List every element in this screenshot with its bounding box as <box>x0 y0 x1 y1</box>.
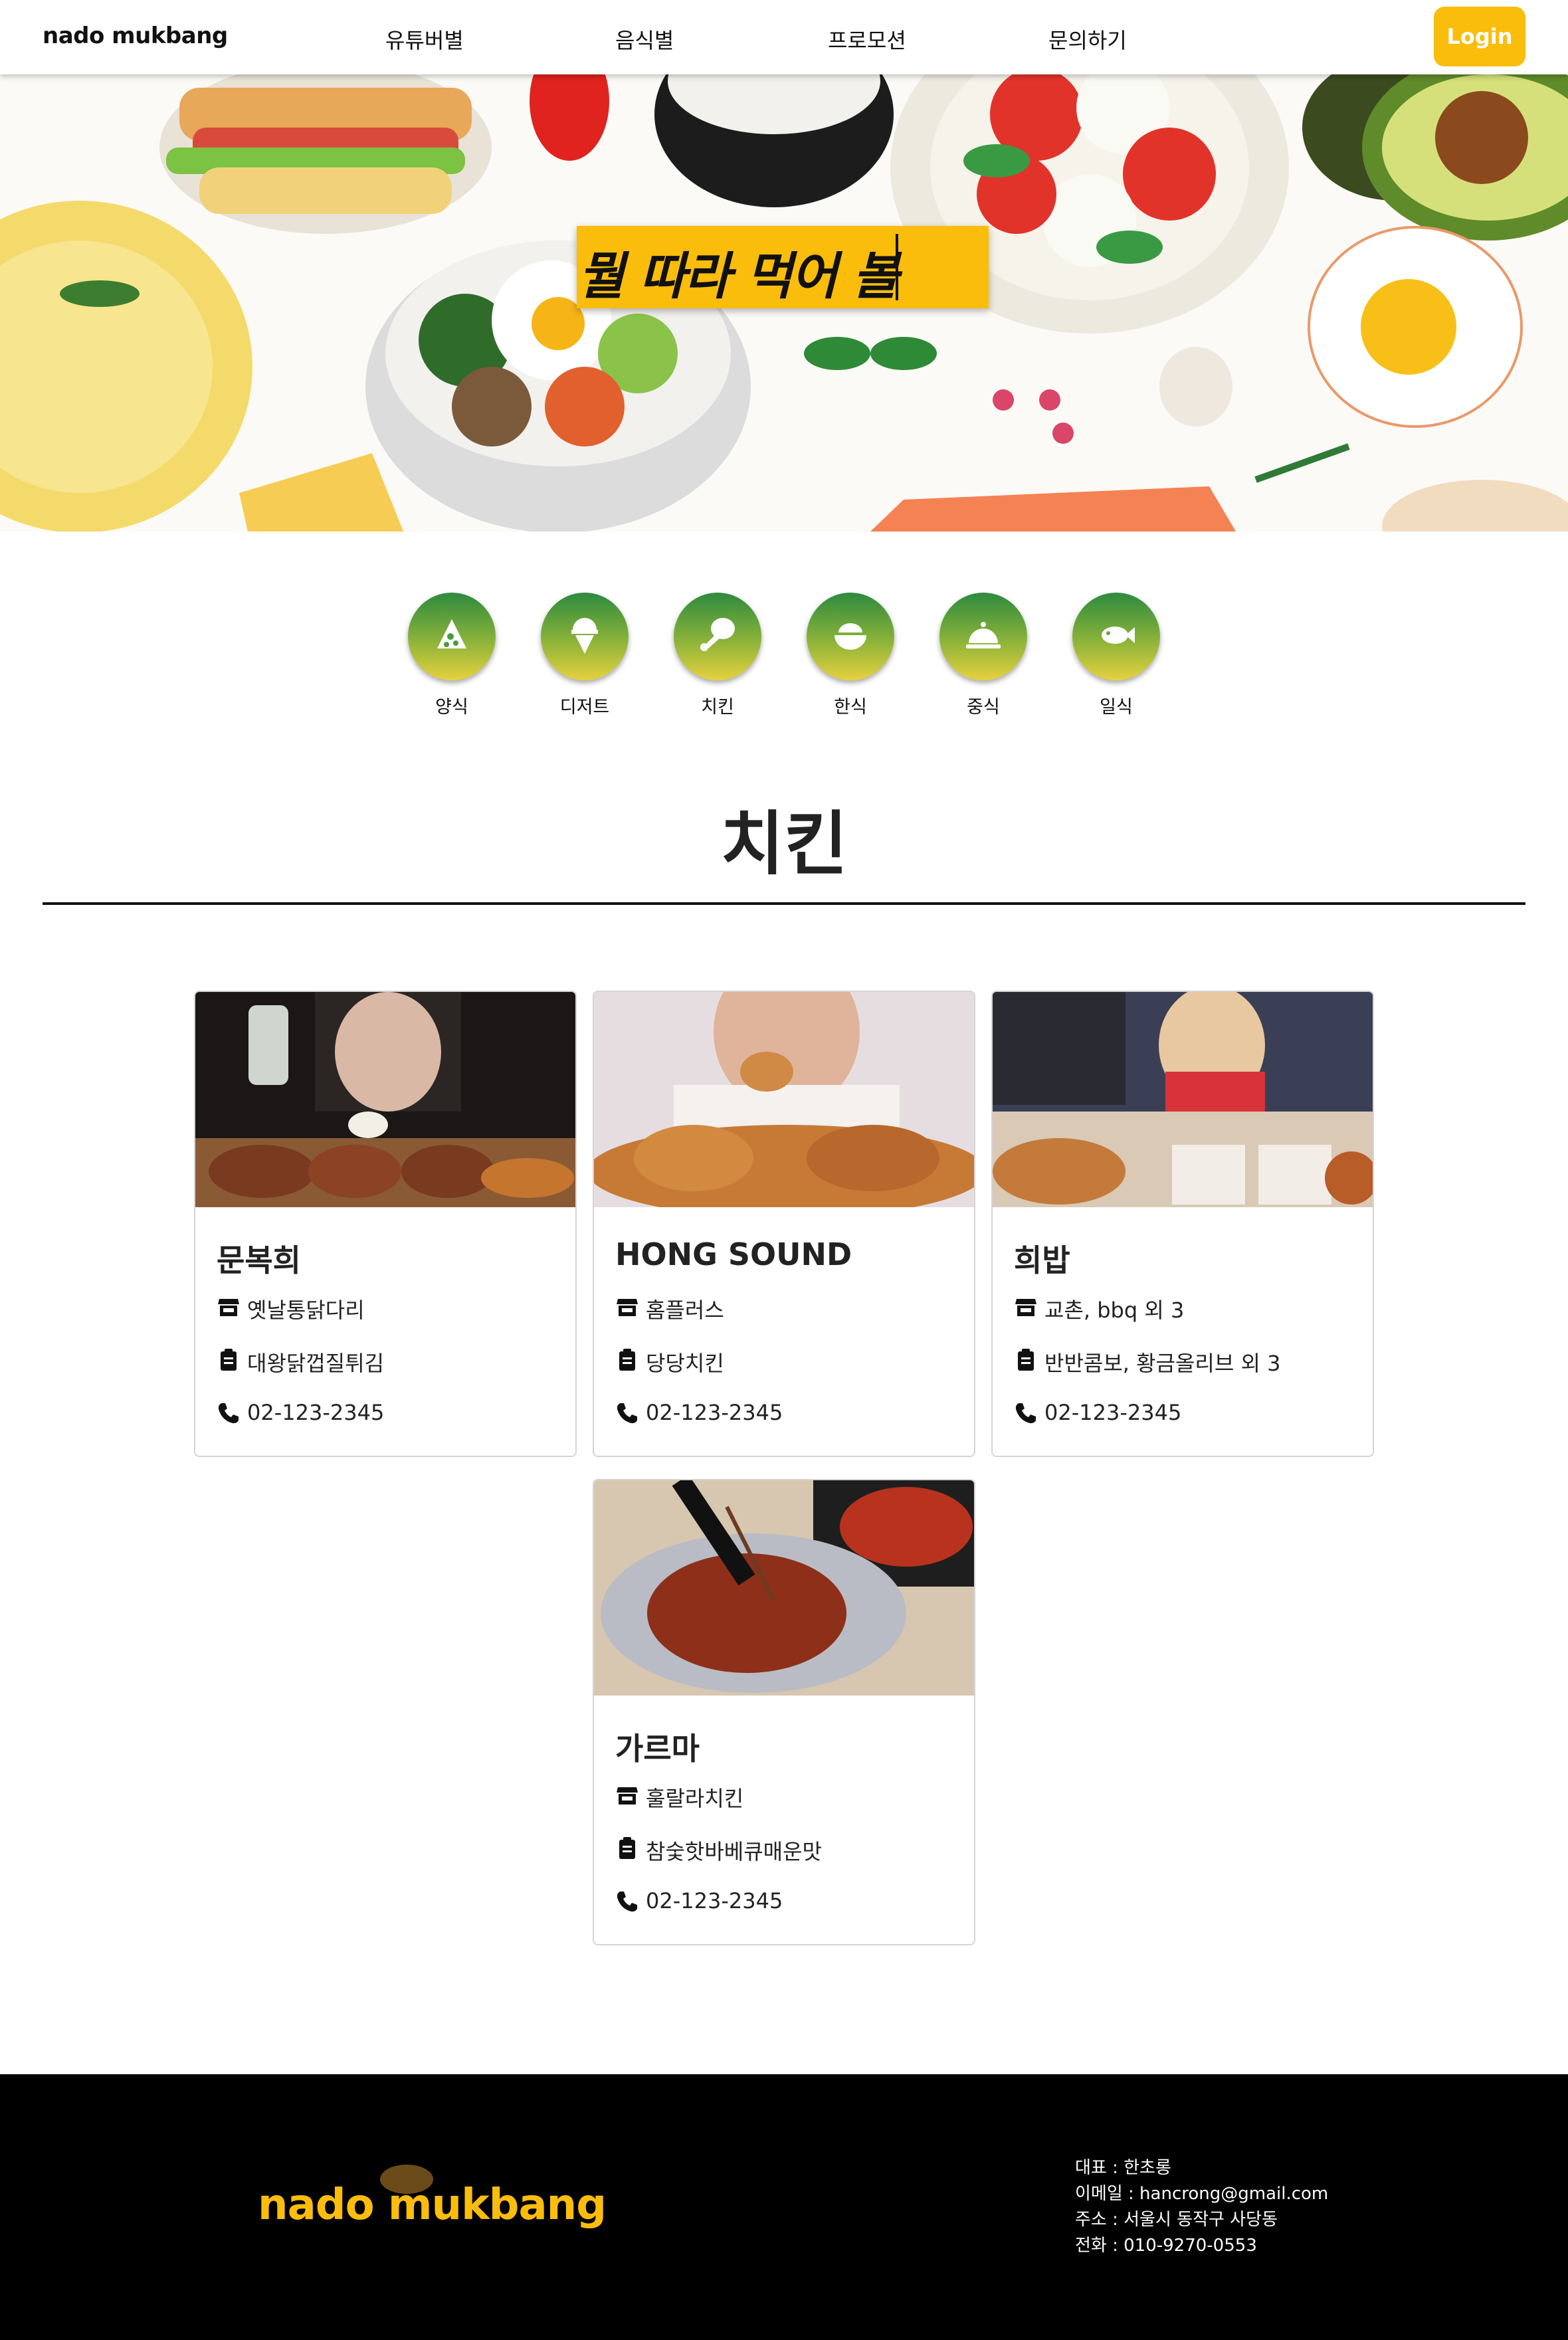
category-chicken[interactable]: 치킨 <box>674 593 761 718</box>
text-cursor <box>896 234 898 300</box>
clipboard-icon <box>619 1837 635 1859</box>
phone-text[interactable]: 02-123-2345 <box>646 1400 783 1425</box>
youtuber-name: HONG SOUND <box>615 1236 852 1272</box>
cloche-icon <box>966 622 1001 648</box>
store-icon <box>617 1299 638 1316</box>
category-circle[interactable] <box>1072 593 1160 680</box>
menu-text: 반반콤보, 황금올리브 외 3 <box>1044 1351 1281 1376</box>
category-label: 일식 <box>1100 697 1133 718</box>
category-label: 치킨 <box>701 697 734 718</box>
store-icon <box>1015 1299 1036 1316</box>
clipboard-icon <box>619 1349 635 1371</box>
pizza-icon <box>437 619 466 648</box>
category-circle[interactable] <box>674 593 761 680</box>
footer-logo[interactable]: nado mukbang <box>258 2181 607 2230</box>
footer-phone: 전화 : 010-9270-0553 <box>1075 2236 1257 2256</box>
hero-banner: 뭘 따라 먹어 볼 <box>0 74 1568 532</box>
menu-item-contact[interactable]: 문의하기 <box>1048 24 1127 54</box>
menu-item-youtuber[interactable]: 유튜버별 <box>385 24 464 54</box>
category-dessert[interactable]: 디저트 <box>541 593 629 718</box>
menu-item-promotion[interactable]: 프로모션 <box>828 24 906 54</box>
site-logo[interactable]: nado mukbang <box>43 23 228 49</box>
fish-icon <box>1102 627 1135 644</box>
menu-text: 당당치킨 <box>646 1351 724 1376</box>
menu-text: 대왕닭껍질튀김 <box>247 1351 385 1376</box>
brand-text: 옛날통닭다리 <box>247 1298 365 1323</box>
footer-info: 대표 : 한초롱 이메일 : hancrong@gmail.com 주소 : 서… <box>1075 2155 1328 2259</box>
brand-text: 훌랄라치킨 <box>646 1786 744 1811</box>
login-button[interactable]: Login <box>1434 7 1525 66</box>
category-label: 디저트 <box>559 697 610 718</box>
phone-icon <box>617 1892 637 1912</box>
section-divider <box>43 902 1525 905</box>
category-circle[interactable] <box>807 593 894 680</box>
store-icon <box>218 1299 239 1316</box>
rice-bowl-icon <box>834 623 866 650</box>
category-western[interactable]: 양식 <box>408 593 496 718</box>
clipboard-icon <box>1018 1349 1034 1371</box>
video-thumbnail[interactable] <box>594 992 974 1207</box>
phone-icon <box>218 1403 239 1424</box>
category-circle[interactable] <box>541 593 629 680</box>
brand-text: 교촌, bbq 외 3 <box>1044 1298 1185 1323</box>
video-thumbnail[interactable] <box>594 1480 974 1696</box>
category-circle[interactable] <box>939 593 1027 680</box>
youtuber-card[interactable]: 희밥 교촌, bbq 외 3 반반콤보, 황금올리브 외 3 02-123-23… <box>991 991 1374 1457</box>
menu-item-food[interactable]: 음식별 <box>615 24 674 54</box>
phone-text[interactable]: 02-123-2345 <box>247 1400 384 1425</box>
ice-cream-icon <box>571 618 598 654</box>
category-chinese[interactable]: 중식 <box>939 593 1027 718</box>
store-icon <box>617 1787 638 1804</box>
category-japanese[interactable]: 일식 <box>1072 593 1160 718</box>
phone-text[interactable]: 02-123-2345 <box>646 1888 783 1913</box>
category-circle[interactable] <box>408 593 496 680</box>
category-label: 중식 <box>967 697 1000 718</box>
phone-icon <box>1015 1403 1036 1424</box>
youtuber-card[interactable]: HONG SOUND 홈플러스 당당치킨 02-123-2345 <box>593 991 975 1457</box>
footer-address: 주소 : 서울시 동작구 사당동 <box>1075 2210 1278 2230</box>
category-korean[interactable]: 한식 <box>807 593 894 718</box>
clipboard-icon <box>221 1349 237 1371</box>
phone-text[interactable]: 02-123-2345 <box>1044 1400 1181 1425</box>
hero-search-text[interactable]: 뭘 따라 먹어 볼 <box>578 235 899 308</box>
phone-icon <box>617 1403 637 1424</box>
youtuber-card[interactable]: 가르마 훌랄라치킨 참숯핫바베큐매운맛 02-123-2345 <box>593 1479 975 1945</box>
brand-text: 홈플러스 <box>646 1298 724 1323</box>
footer-email[interactable]: 이메일 : hancrong@gmail.com <box>1075 2181 1328 2207</box>
category-label: 양식 <box>435 697 468 718</box>
youtuber-name: 문복희 <box>217 1242 301 1278</box>
drumstick-icon <box>700 618 735 651</box>
footer-ceo: 대표 : 한초롱 <box>1075 2158 1171 2178</box>
menu-text: 참숯핫바베큐매운맛 <box>646 1839 822 1864</box>
category-label: 한식 <box>834 697 867 718</box>
video-thumbnail[interactable] <box>195 992 575 1207</box>
top-nav: nado mukbang 유튜버별 음식별 프로모션 문의하기 Login <box>0 0 1568 74</box>
youtuber-name: 희밥 <box>1014 1242 1070 1278</box>
video-thumbnail[interactable] <box>993 992 1373 1207</box>
footer: nado mukbang 대표 : 한초롱 이메일 : hancrong@gma… <box>0 2074 1568 2340</box>
section-title: 치킨 <box>720 803 848 884</box>
youtuber-name: 가르마 <box>615 1731 700 1767</box>
youtuber-card[interactable]: 문복희 옛날통닭다리 대왕닭껍질튀김 02-123-2345 <box>194 991 577 1457</box>
